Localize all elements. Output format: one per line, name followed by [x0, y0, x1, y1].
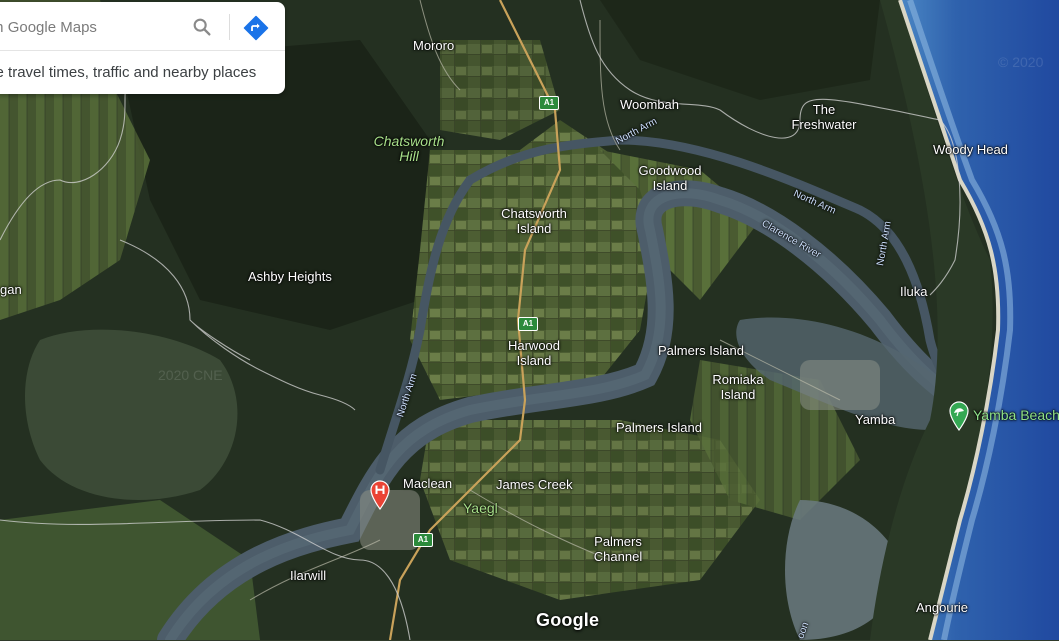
search-divider — [229, 14, 230, 40]
lake — [25, 329, 238, 500]
search-icon[interactable] — [191, 16, 213, 38]
directions-icon[interactable] — [243, 15, 269, 41]
hospital-marker-icon[interactable] — [369, 480, 391, 510]
satellite-map[interactable] — [0, 0, 1059, 640]
search-panel: Explore travel times, traffic and nearby… — [0, 2, 285, 94]
search-row — [0, 2, 285, 51]
town-area — [800, 360, 880, 410]
search-input[interactable] — [0, 16, 178, 38]
beach-marker-icon[interactable] — [948, 401, 970, 431]
google-logo[interactable]: Google — [536, 610, 599, 631]
explore-hint[interactable]: Explore travel times, traffic and nearby… — [0, 64, 256, 81]
